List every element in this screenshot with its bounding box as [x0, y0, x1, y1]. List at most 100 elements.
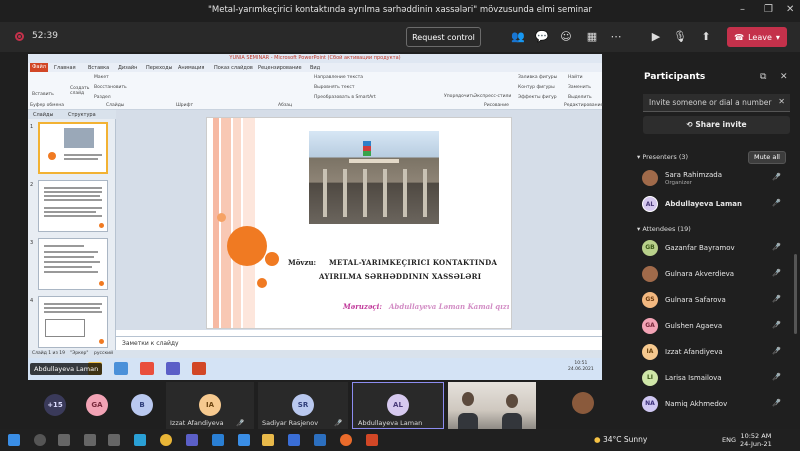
more-actions-icon[interactable]: ⋯ — [608, 29, 624, 45]
attendees-section-header[interactable]: ▾ Attendees (19) — [637, 225, 691, 233]
pop-out-icon[interactable]: ⧉ — [760, 72, 766, 82]
chrome-icon[interactable] — [160, 434, 172, 446]
slide-thumbnail[interactable] — [38, 180, 108, 232]
ppt-tab-slideshow[interactable]: Показ слайдов — [214, 65, 253, 71]
request-control-button[interactable]: Request control — [406, 27, 481, 47]
input-language[interactable]: ENG — [722, 436, 736, 444]
ppt-smartart-button[interactable]: Преобразовать в SmartArt — [314, 95, 376, 100]
ppt-tab-animation[interactable]: Анимация — [178, 65, 204, 71]
slide-thumbnail[interactable] — [38, 238, 108, 290]
folder-icon[interactable] — [262, 434, 274, 446]
building-sign — [349, 159, 399, 163]
ppt-quick-styles-button[interactable]: Экспресс-стили — [474, 94, 511, 99]
rooms-icon[interactable]: ▦ — [584, 29, 600, 45]
minimize-icon[interactable]: – — [740, 4, 745, 15]
close-icon[interactable]: ✕ — [786, 4, 794, 15]
ppt-align-text-button[interactable]: Выровнять текст — [314, 85, 354, 90]
ppt-tab-review[interactable]: Рецензирование — [258, 65, 302, 71]
ppt-tab-home[interactable]: Главная — [54, 65, 76, 71]
ppt-notes-field[interactable]: Заметки к слайду — [116, 336, 602, 350]
participant-photo[interactable] — [572, 392, 594, 414]
ppt-new-slide-button[interactable]: Создать слайд — [70, 86, 92, 96]
avatar: IA — [642, 344, 658, 360]
teams-icon[interactable] — [186, 434, 198, 446]
ppt-select-button[interactable]: Выделить — [568, 95, 592, 100]
close-panel-icon[interactable]: ✕ — [780, 72, 788, 82]
ppt-shape-outline-button[interactable]: Контур фигуры — [518, 85, 555, 90]
presenter-os-clock: 10:51 24.06.2021 — [568, 361, 594, 373]
participants-icon[interactable]: 👥 — [510, 29, 526, 45]
ppt-paste-button[interactable]: Вставить — [32, 92, 54, 97]
invite-input[interactable]: Invite someone or dial a number ✕ — [643, 94, 790, 112]
avatar: LI — [642, 370, 658, 386]
weather-widget[interactable]: ● 34°C Sunny — [594, 435, 647, 444]
participant-row[interactable]: GS Gulnara Safarova 🎤̸ — [642, 290, 792, 310]
task-view-icon[interactable] — [58, 434, 70, 446]
clear-icon[interactable]: ✕ — [778, 97, 785, 106]
building-column — [383, 169, 387, 217]
reactions-icon[interactable]: ☺ — [558, 29, 574, 45]
share-invite-button[interactable]: ⟲ Share invite — [643, 116, 790, 134]
ppt-slide-count: Слайд 1 из 19 — [32, 351, 66, 356]
start-icon[interactable] — [8, 434, 20, 446]
edge-icon[interactable] — [134, 434, 146, 446]
ppt-language: русский — [94, 351, 114, 356]
avatar: B — [131, 394, 153, 416]
mic-off-icon[interactable]: 🎙 — [672, 29, 688, 45]
participants-scrollbar[interactable] — [794, 254, 797, 334]
ppt-tab-view[interactable]: Вид — [310, 65, 320, 71]
overflow-participants-badge[interactable]: +15 — [44, 394, 66, 416]
app-icon[interactable] — [238, 434, 250, 446]
ppt-pane-tab-outline[interactable]: Структура — [68, 112, 96, 118]
ppt-current-slide[interactable]: Mövzu: METAL-YARIMKEÇIRICI KONTAKTINDA A… — [206, 117, 512, 329]
share-screen-icon[interactable]: ⬆ — [698, 29, 714, 45]
widgets-icon[interactable] — [84, 434, 96, 446]
search-icon[interactable] — [34, 434, 46, 446]
powerpoint-icon[interactable] — [366, 434, 378, 446]
camera-off-icon[interactable]: ▶ — [648, 29, 664, 45]
ppt-layout-button[interactable]: Макет — [94, 75, 109, 80]
ppt-text-direction-button[interactable]: Направление текста — [314, 75, 363, 80]
ppt-replace-button[interactable]: Заменить — [568, 85, 591, 90]
participant-row[interactable]: NA Namiq Akhmedov 🎤̸ — [642, 394, 792, 414]
ppt-tab-transitions[interactable]: Переходы — [146, 65, 173, 71]
ppt-shape-effects-button[interactable]: Эффекты фигур — [518, 95, 557, 100]
maximize-icon[interactable]: ❐ — [764, 4, 773, 15]
ppt-section-button[interactable]: Раздел — [94, 95, 111, 100]
chat-icon[interactable]: 💬 — [534, 29, 550, 45]
ppt-tab-insert[interactable]: Вставка — [88, 65, 109, 71]
ppt-pane-tab-slides[interactable]: Слайды — [33, 112, 53, 118]
vscode-icon[interactable] — [212, 434, 224, 446]
participant-video-tile[interactable] — [448, 382, 536, 429]
ppt-group-drawing: Рисование — [484, 103, 509, 108]
ppt-tab-design[interactable]: Дизайн — [118, 65, 137, 71]
participant-name: Gulnara Safarova — [665, 296, 726, 304]
app-icon[interactable] — [288, 434, 300, 446]
participant-row[interactable]: GB Gazanfar Bayramov 🎤̸ — [642, 238, 792, 258]
firefox-icon[interactable] — [340, 434, 352, 446]
mute-all-button[interactable]: Mute all — [748, 151, 786, 164]
ppt-reset-button[interactable]: Восстановить — [94, 85, 127, 90]
participant-row[interactable]: Gulnara Akverdieva 🎤̸ — [642, 264, 792, 284]
ppt-find-button[interactable]: Найти — [568, 75, 583, 80]
ppt-arrange-button[interactable]: Упорядочить — [444, 94, 475, 99]
system-clock[interactable]: 10:52 AM 24-Jun-21 — [740, 432, 772, 448]
ppt-shape-fill-button[interactable]: Заливка фигуры — [518, 75, 557, 80]
participant-row[interactable]: AL Abdullayeva Laman 🎤 — [642, 194, 792, 214]
thumb-text-line — [44, 271, 98, 273]
ppt-file-tab[interactable]: Файл — [30, 63, 48, 72]
participant-row[interactable]: Sara Rahimzada Organizer 🎤̸ — [642, 168, 792, 188]
slide-thumbnail[interactable] — [38, 296, 108, 348]
store-icon[interactable] — [108, 434, 120, 446]
participant-row[interactable]: LI Larisa Ismailova 🎤̸ — [642, 368, 792, 388]
ppt-pane-tabs: Слайды Структура — [28, 110, 116, 119]
participant-row[interactable]: IA Izzat Afandiyeva 🎤̸ — [642, 342, 792, 362]
thumb-text-line — [44, 256, 94, 258]
slide-thumbnail[interactable] — [38, 122, 108, 174]
participant-row[interactable]: GA Gulshen Agaeva 🎤̸ — [642, 316, 792, 336]
presenters-section-header[interactable]: ▾ Presenters (3) — [637, 153, 688, 161]
thumb-text-line — [44, 195, 100, 197]
ppt-group-editing: Редактирование — [564, 103, 604, 108]
mail-icon[interactable] — [314, 434, 326, 446]
leave-button[interactable]: ☎ Leave ▾ — [727, 27, 787, 47]
